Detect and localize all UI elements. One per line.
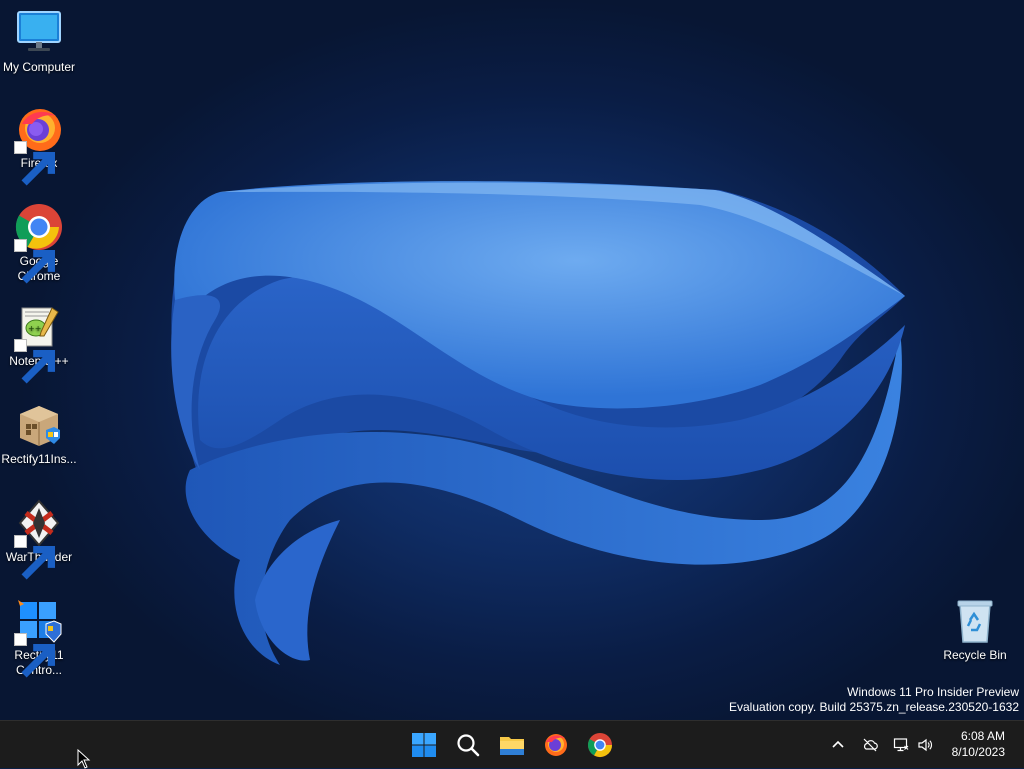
show-hidden-icons-button[interactable] bbox=[826, 733, 850, 757]
shortcut-arrow-icon bbox=[14, 339, 56, 384]
desktop-icon-google-chrome[interactable]: Google Chrome bbox=[0, 202, 78, 284]
volume-button[interactable] bbox=[913, 733, 937, 757]
onedrive-offline-icon bbox=[863, 738, 878, 752]
desktop-icon-my-computer[interactable]: My Computer bbox=[0, 8, 78, 75]
notepadpp-icon: ++ bbox=[14, 302, 64, 384]
firefox-taskbar-button[interactable] bbox=[534, 725, 578, 765]
volume-icon bbox=[918, 738, 932, 752]
shortcut-arrow-icon bbox=[14, 141, 56, 186]
network-icon bbox=[893, 738, 909, 752]
desktop-icon-rectify11-control[interactable]: Rectify11 Contro... bbox=[0, 596, 78, 678]
clock-date: 8/10/2023 bbox=[951, 745, 1005, 759]
desktop-icon-notepadpp[interactable]: ++ Notepad++ bbox=[0, 302, 78, 384]
network-button[interactable] bbox=[889, 733, 913, 757]
control-center-icon bbox=[14, 596, 64, 678]
watermark-edition: Windows 11 Pro Insider Preview bbox=[847, 685, 1019, 699]
search-icon bbox=[457, 734, 480, 757]
recycle-bin-icon bbox=[950, 596, 1000, 646]
clock-button[interactable]: 6:08 AM 8/10/2023 bbox=[952, 728, 1005, 760]
desktop-icon-firefox[interactable]: Firefox bbox=[0, 104, 78, 186]
desktop-icon-label: Rectify11Ins... bbox=[1, 452, 77, 466]
search-button[interactable] bbox=[446, 725, 490, 765]
shortcut-arrow-icon bbox=[14, 633, 56, 678]
start-button[interactable] bbox=[402, 725, 446, 765]
shortcut-arrow-icon bbox=[14, 239, 56, 284]
onedrive-button[interactable] bbox=[858, 733, 882, 757]
chrome-icon bbox=[587, 733, 612, 758]
installer-box-icon bbox=[14, 400, 64, 450]
monitor-icon bbox=[14, 8, 64, 58]
desktop-icon-rectify11-installer[interactable]: Rectify11Ins... bbox=[0, 400, 78, 467]
shortcut-arrow-icon bbox=[14, 535, 56, 580]
windows-watermark: Windows 11 Pro Insider Preview Evaluatio… bbox=[729, 685, 1019, 715]
firefox-icon bbox=[14, 104, 64, 186]
chrome-icon bbox=[14, 202, 64, 284]
desktop-icon-label: Recycle Bin bbox=[943, 648, 1007, 662]
svg-text:++: ++ bbox=[28, 324, 41, 333]
taskbar: 6:08 AM 8/10/2023 bbox=[0, 720, 1024, 768]
mouse-cursor-icon bbox=[77, 749, 91, 769]
system-tray bbox=[826, 721, 937, 769]
file-explorer-button[interactable] bbox=[490, 725, 534, 765]
desktop-icon-label: My Computer bbox=[2, 60, 76, 74]
firefox-icon bbox=[545, 734, 567, 756]
chrome-taskbar-button[interactable] bbox=[578, 725, 622, 765]
warthunder-icon bbox=[14, 498, 64, 580]
wallpaper-bloom bbox=[171, 181, 906, 665]
windows-start-icon bbox=[412, 733, 436, 757]
clock-time: 6:08 AM bbox=[960, 729, 1005, 743]
chevron-up-icon bbox=[832, 740, 844, 748]
watermark-build: Evaluation copy. Build 25375.zn_release.… bbox=[729, 700, 1019, 714]
taskbar-apps bbox=[402, 721, 622, 769]
desktop-icon-warthunder[interactable]: WarThunder bbox=[0, 498, 78, 580]
desktop-icon-recycle-bin[interactable]: Recycle Bin bbox=[936, 596, 1014, 663]
desktop[interactable]: My Computer Firefox Google Chrome ++ Not… bbox=[0, 0, 1024, 720]
folder-icon bbox=[500, 737, 524, 755]
